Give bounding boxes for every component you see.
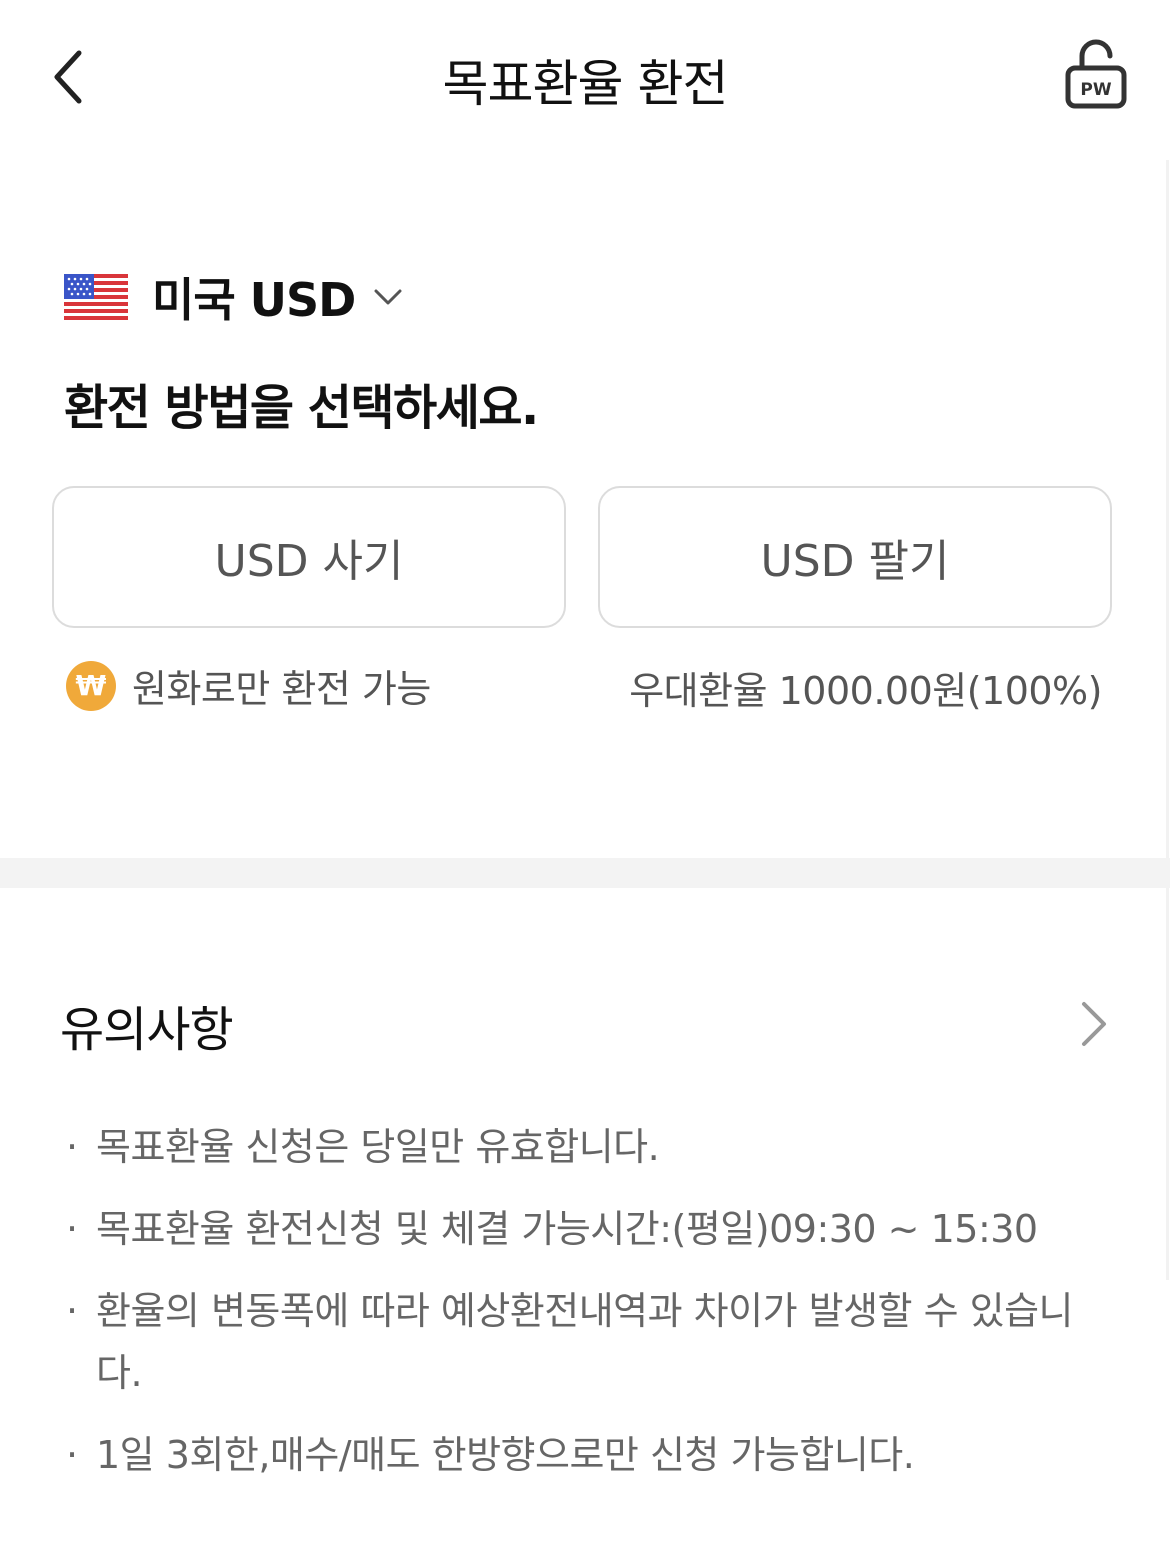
notice-list: 목표환율 신청은 당일만 유효합니다. 목표환율 환전신청 및 체결 가능시간:…: [66, 1116, 1096, 1506]
notice-item: 목표환율 환전신청 및 체결 가능시간:(평일)09:30 ~ 15:30: [66, 1198, 1096, 1260]
chevron-right-icon[interactable]: [1076, 1000, 1112, 1048]
edge-divider: [1166, 160, 1169, 1280]
preferential-rate-text: 우대환율 1000.00원(100%): [629, 669, 1102, 713]
lock-label: PW: [1080, 80, 1111, 100]
notice-item: 1일 3회한,매수/매도 한방향으로만 신청 가능합니다.: [66, 1424, 1096, 1486]
won-only-note: ₩ 원화로만 환전 가능: [66, 658, 431, 713]
section-divider: [0, 858, 1170, 888]
password-lock-icon: PW: [1065, 39, 1127, 109]
won-icon: ₩: [66, 660, 116, 711]
notice-title: 유의사항: [60, 1002, 234, 1058]
header: 목표환율 환전 PW: [0, 0, 1170, 160]
currency-label: 미국 USD: [152, 273, 356, 327]
us-flag-icon: [64, 274, 128, 320]
buy-usd-button[interactable]: USD 사기: [52, 486, 566, 628]
page-title: 목표환율 환전: [442, 55, 729, 113]
sell-usd-button[interactable]: USD 팔기: [598, 486, 1112, 628]
method-prompt: 환전 방법을 선택하세요.: [64, 380, 539, 436]
password-lock-button[interactable]: PW: [1060, 36, 1132, 116]
chevron-down-icon: [374, 289, 402, 305]
notice-item: 환율의 변동폭에 따라 예상환전내역과 차이가 발생할 수 있습니다.: [66, 1280, 1096, 1404]
target-exchange-page: 목표환율 환전 PW 미국 USD 환전 방법을 선택하세요. USD 사기 U…: [0, 0, 1170, 1542]
won-only-text: 원화로만 환전 가능: [132, 667, 431, 711]
currency-selector[interactable]: 미국 USD: [64, 268, 403, 327]
notice-item: 목표환율 신청은 당일만 유효합니다.: [66, 1116, 1096, 1178]
